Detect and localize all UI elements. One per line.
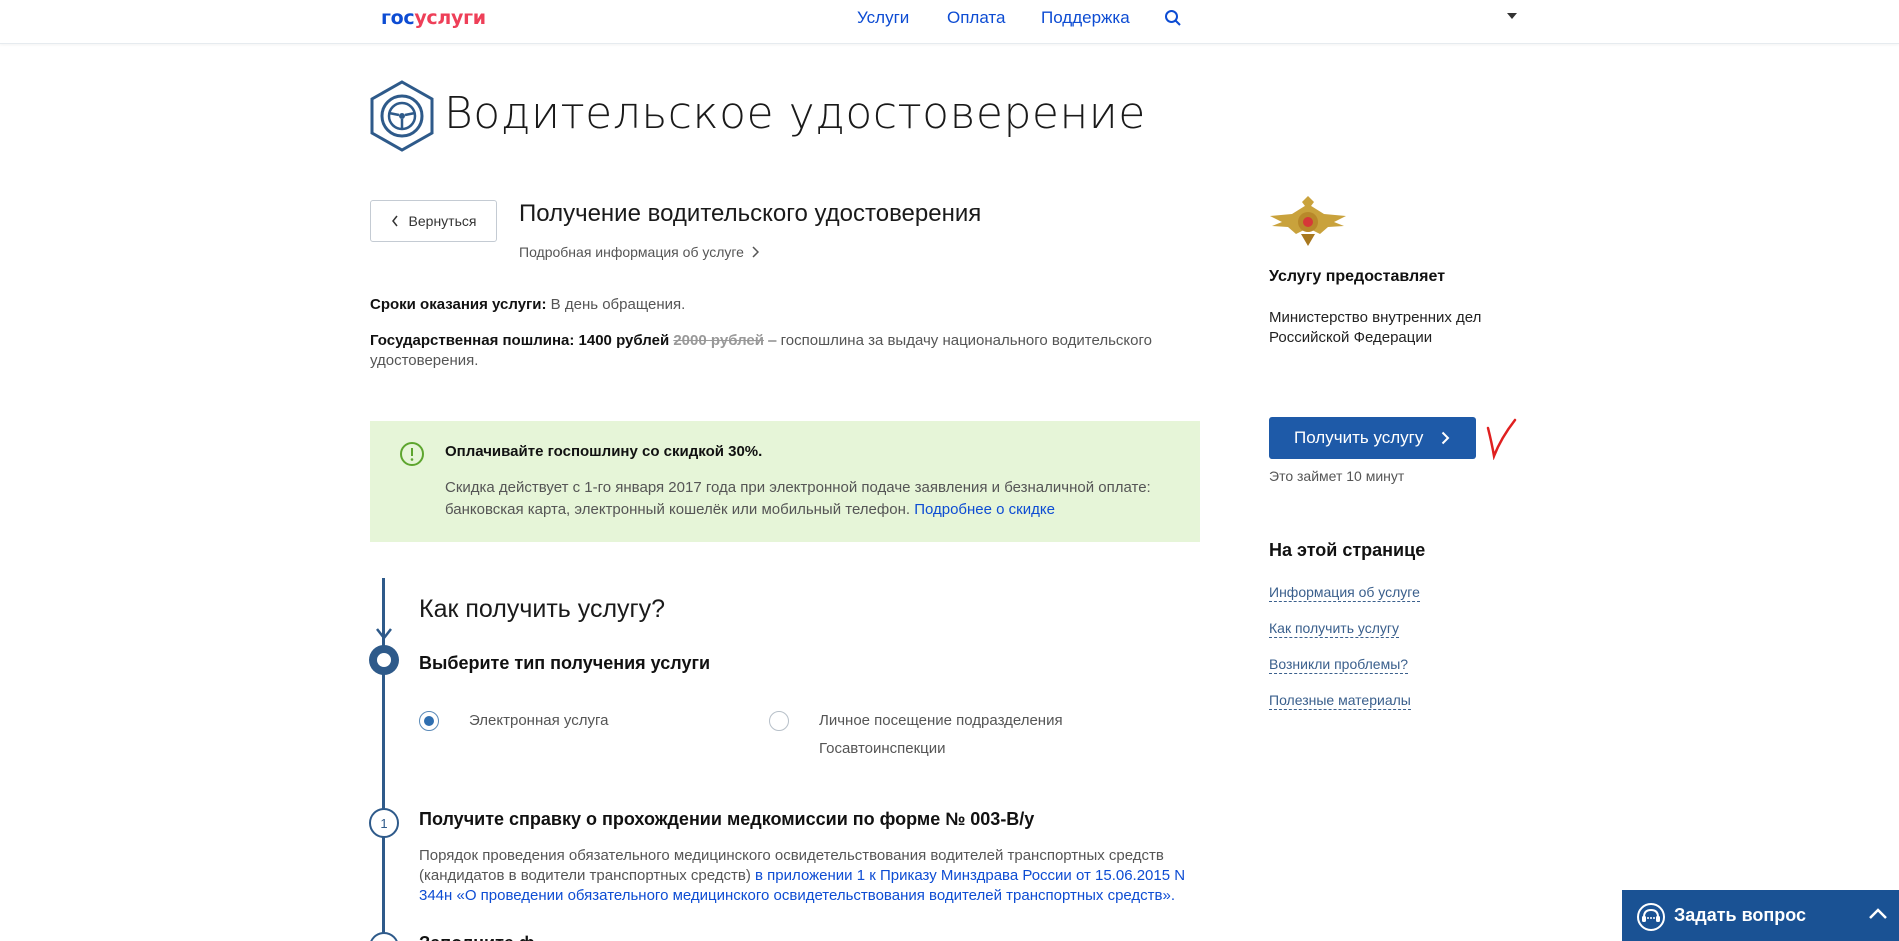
- exclamation-circle-icon: [400, 442, 424, 466]
- step-number: 1: [369, 808, 399, 838]
- gosuslugi-logo[interactable]: госуслуги: [381, 7, 486, 29]
- provider-title: Услугу предоставляет: [1269, 268, 1446, 285]
- fill-form-step-title: Заполните ф: [419, 933, 535, 941]
- step-marker-next: [369, 932, 399, 941]
- radio-electronic[interactable]: [419, 711, 439, 731]
- steering-wheel-icon: [370, 80, 434, 152]
- ask-question-widget[interactable]: Задать вопрос: [1622, 890, 1899, 941]
- nav-services[interactable]: Услуги: [857, 8, 909, 28]
- get-service-button[interactable]: Получить услугу: [1269, 417, 1476, 459]
- arrow-down-icon: [376, 628, 392, 641]
- provider-name: Министерство внутренних дел Российской Ф…: [1269, 309, 1482, 346]
- search-icon[interactable]: [1164, 9, 1182, 27]
- sidebar-link-service-info[interactable]: Информация об услуге: [1269, 584, 1420, 602]
- radio-electronic-label[interactable]: Электронная услуга: [469, 707, 608, 735]
- nav-payment[interactable]: Оплата: [947, 8, 1005, 28]
- red-checkmark-annotation: [1486, 418, 1517, 460]
- chevron-right-icon: [752, 246, 759, 258]
- old-fee: 2000 рублей: [673, 332, 764, 349]
- discount-title: Оплачивайте госпошлину со скидкой 30%.: [445, 443, 763, 460]
- how-to-get-heading: Как получить услугу?: [419, 595, 666, 623]
- on-page-title: На этой странице: [1269, 540, 1426, 560]
- radio-personal-visit-label[interactable]: Личное посещение подразделения Госавтоин…: [819, 707, 1119, 763]
- chevron-right-icon: [1442, 431, 1450, 445]
- discount-text: Скидка действует с 1-го января 2017 года…: [445, 479, 1151, 518]
- chevron-left-icon: [391, 215, 398, 227]
- time-estimate: Это займет 10 минут: [1269, 468, 1405, 484]
- chevron-down-icon[interactable]: [1507, 13, 1517, 19]
- sidebar-link-how-to-get[interactable]: Как получить услугу: [1269, 620, 1400, 638]
- top-navigation-bar: госуслуги Услуги Оплата Поддержка: [0, 0, 1899, 44]
- radio-personal-visit[interactable]: [769, 711, 789, 731]
- page-title: Водительское удостоверение: [444, 88, 1146, 139]
- service-title: Получение водительского удостоверения: [519, 200, 982, 227]
- service-terms: Сроки оказания услуги: В день обращения.: [370, 296, 686, 313]
- ask-question-label: Задать вопрос: [1674, 905, 1807, 925]
- chevron-up-icon[interactable]: [1868, 908, 1888, 920]
- nav-support[interactable]: Поддержка: [1041, 8, 1130, 28]
- support-agent-icon: [1637, 903, 1665, 931]
- sidebar-link-problems[interactable]: Возникли проблемы?: [1269, 656, 1409, 674]
- service-info-link[interactable]: Подробная информация об услуге: [519, 244, 759, 260]
- step-marker-current: [369, 645, 399, 675]
- medical-certificate-step-title: Получите справку о прохождении медкомисс…: [419, 809, 1035, 829]
- back-button[interactable]: Вернуться: [370, 200, 497, 242]
- discount-notice: Оплачивайте госпошлину со скидкой 30%. С…: [370, 421, 1200, 542]
- discount-details-link[interactable]: Подробнее о скидке: [914, 501, 1055, 518]
- medical-certificate-step-text: Порядок проведения обязательного медицин…: [419, 847, 1186, 904]
- mvd-emblem-icon: [1270, 196, 1346, 246]
- choose-type-title: Выберите тип получения услуги: [419, 653, 711, 673]
- state-fee: Государственная пошлина: 1400 рублей 200…: [370, 332, 1152, 369]
- sidebar-link-materials[interactable]: Полезные материалы: [1269, 692, 1411, 710]
